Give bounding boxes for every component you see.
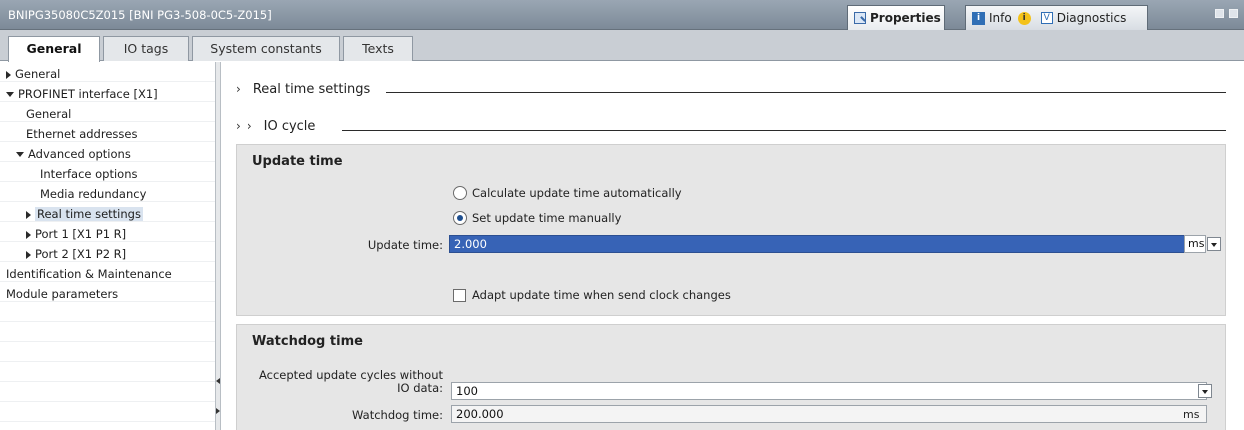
tree-item-label: General: [26, 107, 72, 121]
tree-item[interactable]: General: [0, 64, 215, 84]
navigation-tree: General PROFINET interface [X1] General Eth…: [0, 62, 215, 430]
tab-info-label[interactable]: Info: [989, 11, 1012, 25]
tree-item[interactable]: Port 1 [X1 P1 R]: [0, 224, 215, 244]
chevron-right-icon: ›: [236, 119, 241, 133]
tree-item[interactable]: PROFINET interface [X1]: [0, 84, 215, 104]
tree-item-label: Real time settings: [35, 207, 143, 221]
tree-item[interactable]: Port 2 [X1 P2 R]: [0, 244, 215, 264]
expanded-triangle-icon[interactable]: [16, 152, 24, 157]
collapsed-triangle-icon[interactable]: [6, 70, 11, 79]
tree-item[interactable]: Advanced options: [0, 144, 215, 164]
window-title: BNIPG35080C5Z015 [BNI PG3-508-0C5-Z015]: [8, 8, 272, 22]
tree-item[interactable]: Ethernet addresses: [0, 124, 215, 144]
info-icon: i: [972, 11, 985, 25]
watchdog-time-unit: ms: [1183, 408, 1200, 421]
radio-calculate-automatically[interactable]: Calculate update time automatically: [453, 186, 682, 200]
radio-button[interactable]: [453, 186, 467, 200]
update-time-dropdown-button[interactable]: [1207, 237, 1221, 251]
accepted-cycles-label: Accepted update cycles without IO data:: [259, 368, 443, 395]
update-time-group: Update time Calculate update time automa…: [236, 144, 1226, 316]
tab-general[interactable]: General: [8, 36, 100, 62]
tree-item-label: Advanced options: [28, 147, 131, 161]
tree-item[interactable]: Interface options: [0, 164, 215, 184]
tree-item[interactable]: Media redundancy: [0, 184, 215, 204]
tree-item-label: Port 2 [X1 P2 R]: [35, 247, 127, 261]
update-time-input[interactable]: 2.000: [449, 235, 1185, 253]
tree-item-label: Module parameters: [6, 287, 119, 301]
panel-splitter[interactable]: [215, 62, 221, 430]
tree-item[interactable]: General: [0, 104, 215, 124]
collapse-left-icon[interactable]: [216, 372, 220, 390]
watchdog-time-value: 200.000: [451, 405, 1207, 423]
accepted-cycles-dropdown-button[interactable]: [1198, 384, 1212, 398]
tree-item[interactable]: Identification & Maintenance: [0, 264, 215, 284]
tab-properties[interactable]: Properties: [847, 5, 945, 30]
collapsed-triangle-icon[interactable]: [26, 210, 31, 219]
properties-title-bar: BNIPG35080C5Z015 [BNI PG3-508-0C5-Z015] …: [0, 0, 1244, 30]
tab-system-constants[interactable]: System constants: [192, 36, 340, 61]
watchdog-time-label: Watchdog time:: [352, 408, 443, 422]
adapt-update-time-checkbox[interactable]: Adapt update time when send clock change…: [453, 288, 731, 302]
tree-item-label: Media redundancy: [40, 187, 147, 201]
accepted-cycles-input[interactable]: 100: [451, 382, 1207, 400]
io-cycle-heading[interactable]: › › IO cycle: [236, 117, 315, 135]
tree-item-label: Interface options: [40, 167, 138, 181]
info-badge-icon: i: [1017, 11, 1031, 25]
properties-content: › Real time settings › › IO cycle Update…: [222, 62, 1244, 430]
section-divider: [386, 92, 1226, 93]
tab-texts[interactable]: Texts: [343, 36, 413, 61]
window-controls: [1215, 9, 1238, 18]
minimize-icon[interactable]: [1229, 9, 1238, 18]
watchdog-time-title: Watchdog time: [252, 334, 363, 349]
tree-item[interactable]: Module parameters: [0, 284, 215, 304]
tree-item-label: Port 1 [X1 P1 R]: [35, 227, 127, 241]
diagnostics-icon: V: [1040, 12, 1053, 24]
chevron-right-icon: ›: [236, 82, 241, 96]
tab-info-diagnostics: i Info i V Diagnostics: [965, 5, 1148, 30]
update-time-label: Update time:: [367, 238, 443, 252]
float-icon[interactable]: [1215, 9, 1224, 18]
collapsed-triangle-icon[interactable]: [26, 250, 31, 259]
expanded-triangle-icon[interactable]: [6, 92, 14, 97]
collapsed-triangle-icon[interactable]: [26, 230, 31, 239]
tab-properties-label: Properties: [870, 11, 941, 25]
update-time-unit: ms: [1184, 235, 1206, 253]
tree-item[interactable]: Real time settings: [0, 204, 215, 224]
expand-right-icon[interactable]: [216, 402, 220, 420]
tree-item-label: Identification & Maintenance: [6, 267, 172, 281]
tree-item-label: General: [15, 67, 61, 81]
properties-icon: [854, 12, 866, 24]
tab-diagnostics-label[interactable]: Diagnostics: [1057, 11, 1127, 25]
radio-set-manually[interactable]: Set update time manually: [453, 211, 621, 225]
chevron-right-icon: ›: [246, 119, 252, 133]
watchdog-time-group: Watchdog time Accepted update cycles wit…: [236, 324, 1226, 430]
inspector-tab-strip: General IO tags System constants Texts: [0, 30, 1244, 62]
checkbox-box[interactable]: [453, 288, 466, 302]
tab-io-tags[interactable]: IO tags: [103, 36, 189, 61]
radio-button-selected[interactable]: [453, 211, 467, 225]
tree-item-label: PROFINET interface [X1]: [18, 87, 158, 101]
update-time-title: Update time: [252, 154, 343, 169]
tree-item-label: Ethernet addresses: [26, 127, 138, 141]
section-divider: [342, 130, 1226, 131]
realtime-settings-heading[interactable]: › Real time settings: [236, 80, 370, 98]
